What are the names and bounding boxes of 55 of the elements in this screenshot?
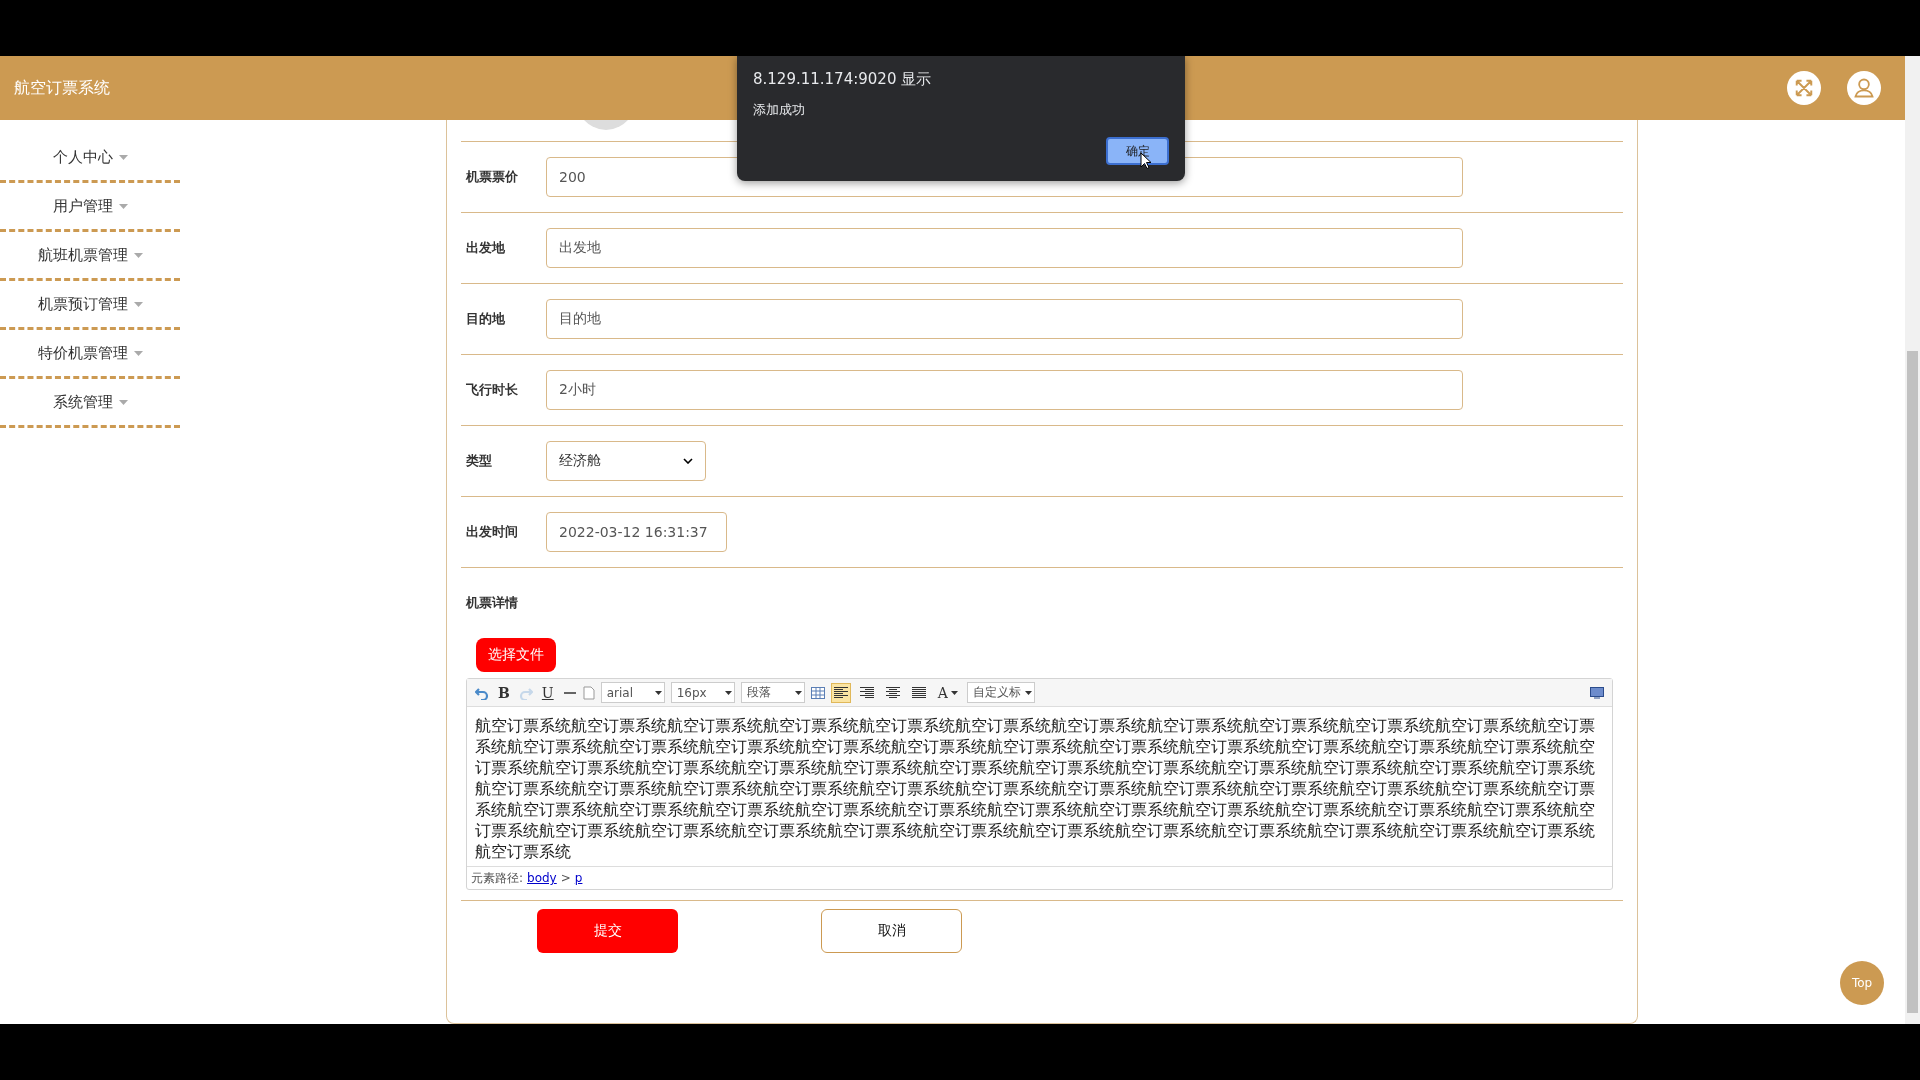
cancel-button[interactable]: 取消 — [821, 909, 962, 953]
underline-button[interactable]: U — [538, 684, 557, 701]
field-label: 机票票价 — [466, 168, 519, 186]
caret-icon — [133, 301, 143, 307]
toolbar-select[interactable]: 自定义标 — [966, 682, 1035, 703]
sidebar-item[interactable]: 特价机票管理 — [37, 343, 128, 363]
sidebar-item[interactable]: 个人中心 — [52, 147, 113, 167]
caret-icon — [133, 252, 143, 258]
sidebar-item[interactable]: 航班机票管理 — [37, 245, 128, 265]
app-title: 航空订票系统 — [14, 77, 110, 99]
scrollbar[interactable] — [1905, 56, 1920, 1024]
submit-button[interactable]: 提交 — [537, 909, 678, 953]
element-path-label: 元素路径: — [471, 869, 524, 887]
table-icon[interactable] — [810, 686, 825, 699]
input-field[interactable]: 目的地 — [546, 299, 1463, 339]
caret-icon — [133, 350, 143, 356]
sidebar-item[interactable]: 用户管理 — [52, 196, 113, 216]
toolbar-select[interactable]: 16px — [670, 682, 735, 703]
caret-icon — [654, 690, 662, 695]
path-link[interactable]: p — [574, 871, 583, 885]
field-label: 机票详情 — [464, 594, 519, 612]
sidebar-item[interactable]: 机票预订管理 — [37, 294, 128, 314]
choose-file-button[interactable]: 选择文件 — [476, 638, 556, 672]
caret-icon — [794, 690, 802, 695]
date-field[interactable]: 2022-03-12 16:31:37 — [546, 512, 727, 552]
caret-icon — [118, 203, 128, 209]
toolbar-select[interactable]: arial — [600, 682, 665, 703]
toolbar-select[interactable]: 段落 — [740, 682, 805, 703]
caret-icon — [724, 690, 732, 695]
bold-button[interactable]: B — [495, 684, 513, 701]
type-select[interactable]: 经济舱 — [546, 441, 706, 481]
page-icon[interactable] — [582, 685, 595, 700]
editor-text[interactable]: 航空订票系统航空订票系统航空订票系统航空订票系统航空订票系统航空订票系统航空订票系统航空订票系统航空订票系统航空订票系统航空订票系统航空订票系统航空订票系统航空订票系统航空订票系统航空订票系统航空订票系统航空订票系统航空订票系统航空订票系统航空订票系统航空订票系统航空订票系统航空订票系统航空订票系统航空订票系统航空订票系统航空订票系统航空订票系统航空订票系统航空订票系统航空订票系统航空订票系统航空订票系统航空订票系统航空订票系统航空订票系统航空订票系统航空订票系统航空订票系统航空订票系统航空订票系统航空订票系统航空订票系统航空订票系统航空订票系统航空订票系统航空订票系统航空订票系统航空订票系统航空订票系统航空订票系统航空订票系统航空订票系统航空订票系统航空订票系统航空订票系统航空订票系统航空订票系统航空订票系统航空订票系统航空订票系统航空订票系统航空订票系统航空订票系统航空订票系统航空订票系统航空订票系统航空订票系统航空订票系统航空订票系统 — [467, 707, 1610, 866]
caret-icon — [118, 399, 128, 405]
field-label: 类型 — [466, 452, 493, 470]
input-field[interactable]: 出发地 — [546, 228, 1463, 268]
path-separator: > — [560, 871, 571, 885]
scrollbar-thumb[interactable] — [1907, 351, 1918, 1013]
font-color-button[interactable]: A — [934, 684, 961, 701]
sidebar-item[interactable]: 系统管理 — [52, 392, 113, 412]
chevron-down-icon — [683, 458, 693, 464]
input-field[interactable]: 2小时 — [546, 370, 1463, 410]
field-label: 飞行时长 — [466, 381, 519, 399]
field-label: 目的地 — [466, 310, 506, 328]
caret-icon — [950, 690, 958, 695]
user-icon[interactable] — [1847, 71, 1881, 105]
field-label: 出发地 — [466, 239, 506, 257]
path-link[interactable]: body — [527, 871, 557, 885]
caret-icon — [118, 154, 128, 160]
undo-icon[interactable] — [475, 685, 489, 700]
caret-icon — [1024, 690, 1032, 695]
dialog-title: 8.129.11.174:9020 显示 — [753, 70, 932, 89]
field-label: 出发时间 — [466, 523, 519, 541]
dialog-message: 添加成功 — [753, 101, 805, 119]
align-left-icon[interactable] — [830, 682, 851, 703]
